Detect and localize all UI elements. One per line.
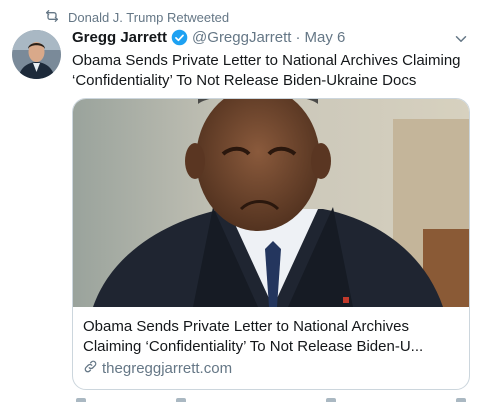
tweet-header: Gregg Jarrett @GreggJarrett · May 6: [72, 29, 345, 46]
retweet-icon: [44, 8, 60, 27]
avatar[interactable]: [12, 30, 61, 79]
card-domain-text: thegreggjarrett.com: [102, 360, 233, 377]
share-icon[interactable]: [456, 398, 466, 402]
separator-dot: ·: [295, 29, 301, 46]
card-title: Obama Sends Private Letter to National A…: [83, 318, 424, 355]
retweet-label: Donald J. Trump Retweeted: [68, 10, 230, 25]
link-icon: [83, 359, 98, 378]
card-image: [73, 99, 469, 307]
tweet-date[interactable]: May 6: [304, 29, 345, 46]
tweet-text: Obama Sends Private Letter to National A…: [72, 52, 461, 89]
card-domain: thegreggjarrett.com: [83, 359, 232, 378]
link-card[interactable]: Obama Sends Private Letter to National A…: [72, 98, 470, 390]
author-name[interactable]: Gregg Jarrett: [72, 29, 167, 46]
author-handle[interactable]: @GreggJarrett: [192, 29, 291, 46]
retweet-action-icon[interactable]: [176, 398, 186, 402]
reply-icon[interactable]: [76, 398, 86, 402]
tweet-action-bar: [72, 396, 472, 402]
chevron-down-icon[interactable]: [452, 30, 470, 48]
retweet-context[interactable]: Donald J. Trump Retweeted: [44, 8, 229, 27]
like-icon[interactable]: [326, 398, 336, 402]
verified-badge-icon: [171, 29, 188, 46]
